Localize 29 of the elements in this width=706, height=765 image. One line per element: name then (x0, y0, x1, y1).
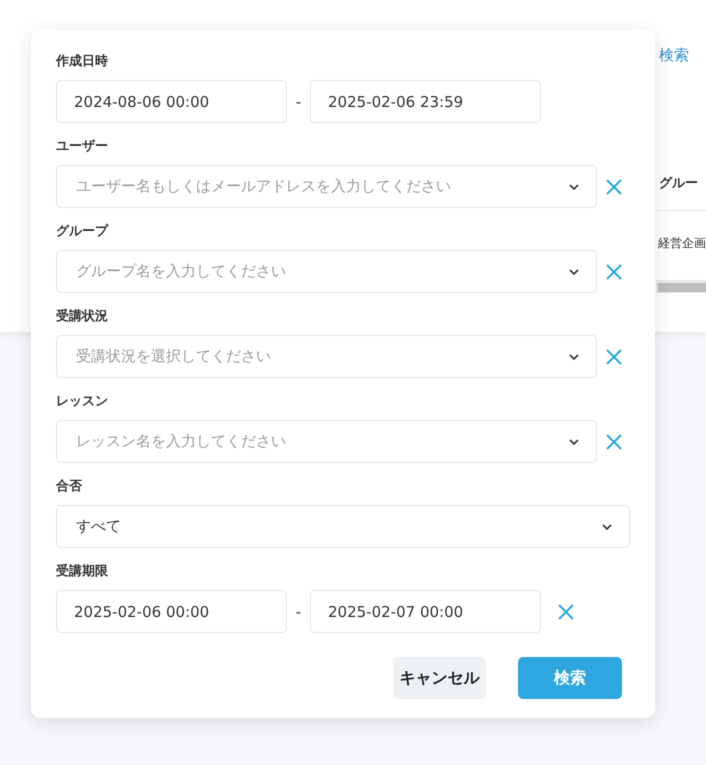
clear-icon[interactable] (606, 264, 622, 280)
range-separator: - (294, 92, 302, 110)
chevron-down-icon (569, 354, 579, 360)
clear-icon[interactable] (606, 178, 622, 194)
cancel-button[interactable]: キャンセル (393, 657, 486, 699)
chevron-down-icon (569, 438, 579, 444)
field-label: グループ (56, 222, 110, 241)
field-label: 受講期限 (56, 562, 109, 581)
column-header: グルー (659, 175, 698, 192)
field-label: 受講状況 (56, 308, 109, 326)
table-cell: 経営企画 (658, 235, 706, 252)
range-separator: - (294, 602, 302, 620)
field-label: 合否 (56, 478, 83, 496)
date-field[interactable]: 2025-02-06 23:59 (310, 80, 541, 123)
clear-icon[interactable] (606, 348, 622, 364)
chevron-down-icon (569, 184, 579, 190)
date-field[interactable]: 2024-08-06 00:00 (56, 80, 287, 123)
clear-icon[interactable] (558, 604, 574, 620)
scrollbar-thumb[interactable] (658, 283, 706, 292)
clear-icon[interactable] (606, 434, 622, 450)
date-field[interactable]: 2025-02-06 00:00 (56, 590, 287, 633)
field-label: 作成日時 (56, 53, 109, 71)
search-link[interactable]: 検索 (659, 46, 689, 65)
date-field[interactable]: 2025-02-07 00:00 (310, 590, 541, 633)
field-label: レッスン (56, 393, 109, 411)
field-label: ユーザー (56, 138, 109, 156)
select-field[interactable]: すべて (56, 505, 630, 548)
chevron-down-icon (569, 268, 579, 274)
chevron-down-icon (602, 524, 612, 530)
